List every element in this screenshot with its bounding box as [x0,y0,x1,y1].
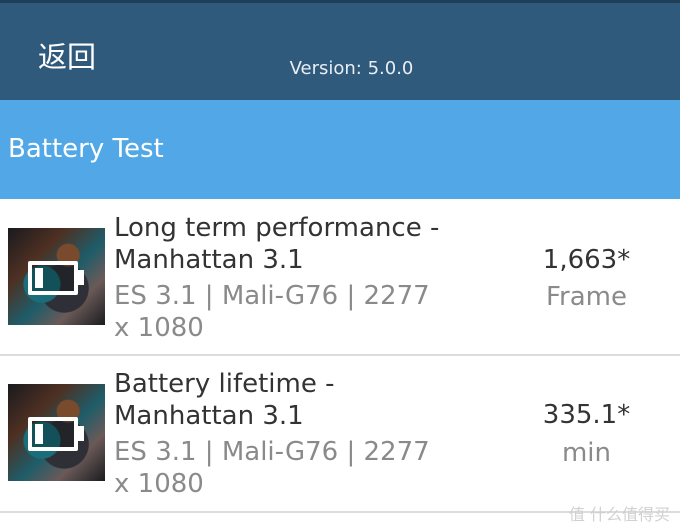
test-thumbnail [8,384,105,481]
test-thumbnail [8,228,105,325]
section-title: Battery Test [8,134,164,164]
version-label: Version: 5.0.0 [289,58,414,79]
test-details: ES 3.1 | Mali-G76 | 2277 x 1080 [114,281,430,343]
test-score: 1,663* [542,245,631,275]
watermark-text: 值 什么值得买 [568,505,670,524]
battery-icon [28,261,78,295]
test-title: Long term performance - Manhattan 3.1 [114,213,440,275]
test-details: ES 3.1 | Mali-G76 | 2277 x 1080 [114,437,430,499]
battery-tip-icon [78,426,84,441]
status-divider [0,0,680,3]
battery-tip-icon [78,270,84,285]
test-unit: min [561,438,612,468]
test-unit: Frame [545,282,627,312]
app-header: 返回 Version: 5.0.0 [0,0,680,100]
test-row-long-term[interactable]: Long term performance - Manhattan 3.1 ES… [0,199,680,356]
battery-level-icon [35,268,71,288]
test-score: 335.1* [542,400,631,430]
test-row-battery-lifetime[interactable]: Battery lifetime - Manhattan 3.1 ES 3.1 … [0,356,680,513]
battery-icon [28,417,78,451]
test-title: Battery lifetime - Manhattan 3.1 [114,369,335,431]
battery-level-icon [35,424,71,444]
